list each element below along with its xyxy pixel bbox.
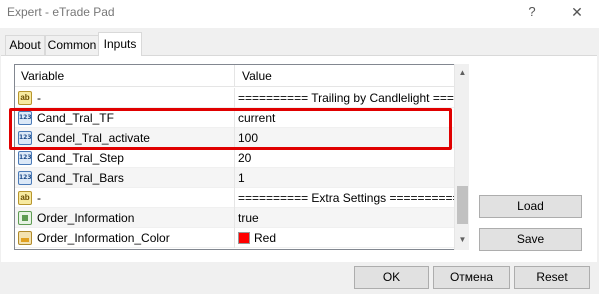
scroll-thumb[interactable]	[457, 186, 468, 224]
ok-button[interactable]: OK	[354, 266, 429, 289]
reset-button[interactable]: Reset	[514, 266, 590, 289]
column-header-value[interactable]: Value	[236, 65, 455, 87]
string-type-icon: ab	[18, 91, 32, 105]
variable-value[interactable]: 20	[236, 148, 455, 168]
variable-value[interactable]: true	[236, 208, 455, 228]
integer-type-icon: 123	[18, 131, 32, 145]
table-row[interactable]: Order_Information true	[15, 208, 455, 228]
cancel-button[interactable]: Отмена	[433, 266, 510, 289]
grid-scrollbar[interactable]: ▲ ▼	[454, 64, 469, 250]
variable-name: Order_Information_Color	[37, 231, 170, 245]
scroll-up-icon[interactable]: ▲	[455, 65, 470, 81]
inputs-grid: Variable Value ab - ========== Trailing …	[14, 64, 469, 250]
table-row[interactable]: ab - ========== Extra Settings =========…	[15, 188, 455, 208]
variable-name: -	[37, 191, 41, 205]
variable-value[interactable]: ========== Trailing by Candlelight =====…	[236, 88, 455, 108]
help-icon[interactable]: ?	[519, 1, 545, 23]
string-type-icon: ab	[18, 191, 32, 205]
table-row[interactable]: 123 Candel_Tral_activate 100	[15, 128, 455, 148]
grid-header: Variable Value	[15, 65, 455, 87]
boolean-type-icon	[18, 211, 32, 225]
variable-value[interactable]: ========== Extra Settings ==========	[236, 188, 455, 208]
variable-value[interactable]: 1	[236, 168, 455, 188]
variable-name: Cand_Tral_TF	[37, 111, 114, 125]
tab-about[interactable]: About	[5, 35, 45, 55]
window-title: Expert - eTrade Pad	[7, 5, 115, 19]
table-row[interactable]: 123 Cand_Tral_Step 20	[15, 148, 455, 168]
variable-name: Cand_Tral_Step	[37, 151, 124, 165]
variable-value[interactable]: Red	[236, 228, 455, 248]
integer-type-icon: 123	[18, 171, 32, 185]
variable-name: Order_Information	[37, 211, 135, 225]
color-value-label: Red	[254, 231, 277, 245]
integer-type-icon: 123	[18, 151, 32, 165]
variable-name: -	[37, 91, 41, 105]
title-bar: Expert - eTrade Pad ? ✕	[0, 0, 599, 28]
tab-common[interactable]: Common	[45, 35, 99, 55]
save-button[interactable]: Save	[479, 228, 582, 251]
table-row[interactable]: ab - ========== Trailing by Candlelight …	[15, 88, 455, 108]
close-icon[interactable]: ✕	[564, 1, 590, 23]
integer-type-icon: 123	[18, 111, 32, 125]
variable-name: Cand_Tral_Bars	[37, 171, 124, 185]
tab-inputs[interactable]: Inputs	[98, 32, 142, 56]
column-header-variable[interactable]: Variable	[15, 65, 235, 87]
variable-value[interactable]: current	[236, 108, 455, 128]
color-type-icon	[18, 231, 32, 245]
load-button[interactable]: Load	[479, 195, 582, 218]
variable-value[interactable]: 100	[236, 128, 455, 148]
scroll-down-icon[interactable]: ▼	[455, 232, 470, 248]
tab-strip: About Common Inputs	[0, 28, 599, 56]
table-row[interactable]: Order_Information_Color Red	[15, 228, 455, 248]
table-row[interactable]: 123 Cand_Tral_Bars 1	[15, 168, 455, 188]
variable-name: Candel_Tral_activate	[37, 131, 150, 145]
color-swatch	[238, 232, 250, 244]
table-row[interactable]: 123 Cand_Tral_TF current	[15, 108, 455, 128]
